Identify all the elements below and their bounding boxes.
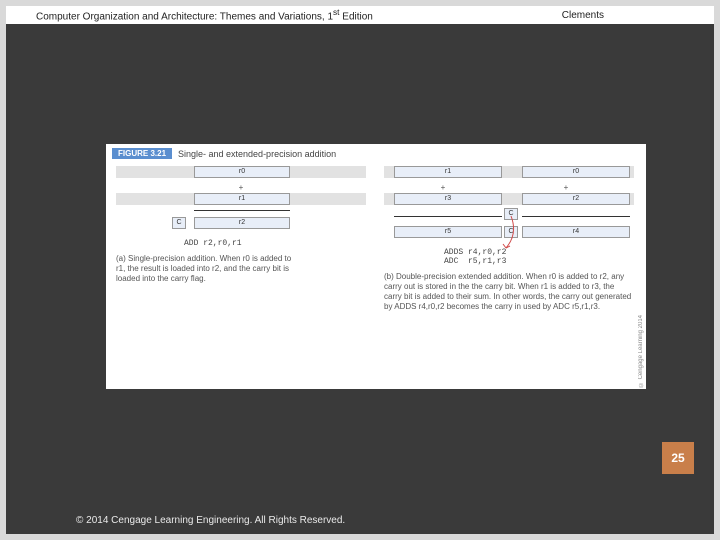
reg-r2: r2 (522, 193, 630, 205)
rule-line (522, 216, 630, 217)
title-prefix: Computer Organization and Architecture: … (36, 12, 333, 23)
row: r0 (116, 166, 366, 178)
title-suffix: Edition (340, 12, 373, 23)
result-row: C r2 (116, 215, 366, 233)
slide: Computer Organization and Architecture: … (6, 6, 714, 534)
subcaption-a: (a) Single-precision addition. When r0 i… (116, 254, 296, 284)
plus-sign: + (502, 183, 630, 193)
figure: FIGURE 3.21 Single- and extended-precisi… (106, 144, 646, 389)
plus-row: + + (384, 183, 634, 193)
vertical-copyright: © Cengage Learning 2014 (638, 315, 644, 387)
rule-line (194, 210, 290, 211)
reg-r0: r0 (194, 166, 290, 178)
result-row: r5 C r4 (384, 226, 634, 242)
footer-text: © 2014 Cengage Learning Engineering. All… (6, 515, 714, 526)
carry-mid-row: C (384, 210, 634, 226)
plus-sign: + (384, 183, 502, 193)
reg-r4: r4 (522, 226, 630, 238)
row: r3 r2 (384, 193, 634, 205)
page-number-badge: 25 (662, 442, 694, 474)
asm-single: ADD r2,r0,r1 (184, 239, 366, 248)
carry-box: C (504, 208, 518, 220)
plus-sign: + (116, 183, 366, 193)
reg-r1: r1 (394, 166, 502, 178)
rule-line (394, 216, 502, 217)
row: r1 (116, 193, 366, 205)
figure-label: FIGURE 3.21 (112, 148, 172, 159)
carry-box: C (504, 226, 518, 238)
carry-box: C (172, 217, 186, 229)
header-title: Computer Organization and Architecture: … (6, 7, 562, 22)
reg-r0: r0 (522, 166, 630, 178)
header-author: Clements (562, 10, 714, 21)
header-band: Computer Organization and Architecture: … (6, 6, 714, 24)
footer: © 2014 Cengage Learning Engineering. All… (6, 515, 714, 526)
row: r1 r0 (384, 166, 634, 178)
subcaption-b: (b) Double-precision extended addition. … (384, 272, 632, 312)
reg-r5: r5 (394, 226, 502, 238)
figure-caption: Single- and extended-precision addition (178, 149, 336, 159)
double-precision-column: r1 r0 + + r3 r2 C r5 C r4 (384, 166, 634, 312)
reg-r1: r1 (194, 193, 290, 205)
single-precision-column: r0 + r1 C r2 ADD r2,r0,r1 (a) Single-pre… (116, 166, 366, 284)
asm-double: ADDS r4,r0,r2 ADC r5,r1,r3 (444, 248, 634, 266)
reg-r3: r3 (394, 193, 502, 205)
reg-r2: r2 (194, 217, 290, 229)
